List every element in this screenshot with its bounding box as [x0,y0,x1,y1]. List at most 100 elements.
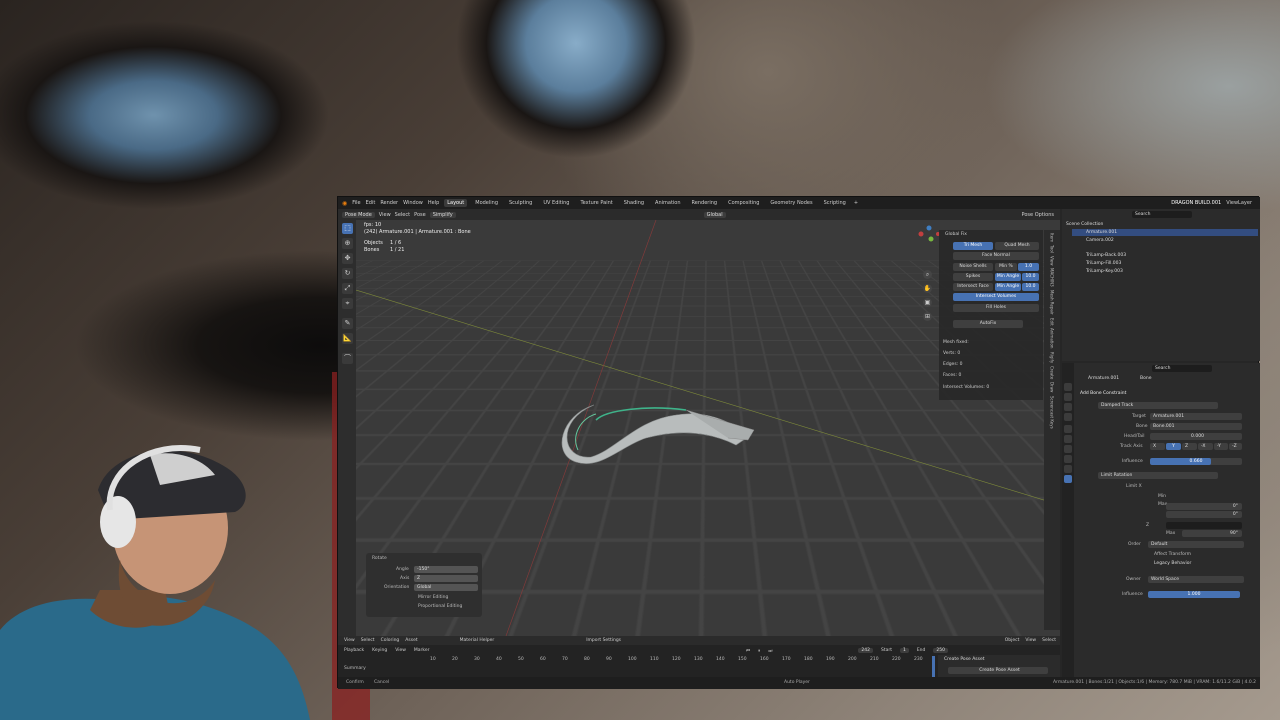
select2-menu-tl[interactable]: Select [361,638,375,643]
tab-scripting[interactable]: Scripting [821,199,849,207]
properties-search[interactable]: Search [1152,365,1212,372]
scene-props-icon[interactable] [1064,413,1072,421]
camera-view-icon[interactable]: ▣ [923,298,932,307]
transform-orientation-dropdown[interactable]: Global [703,211,726,218]
quad-mesh-button[interactable]: Quad Mesh [995,242,1039,250]
bone-tool-icon[interactable]: ⌒ [342,353,353,364]
menu-file[interactable]: File [352,200,360,206]
tab-animation[interactable]: Animation [652,199,684,207]
order-dropdown[interactable]: Default [1148,541,1244,548]
intersect-face-button[interactable]: Intersect Face [953,283,993,291]
zoom-icon[interactable]: ⌕ [923,270,932,279]
track-axis-negy[interactable]: -Y [1214,443,1228,450]
intersect-volumes-button[interactable]: Intersect Volumes [953,293,1039,301]
add-bone-constraint-button[interactable]: Add Bone Constraint [1080,391,1126,396]
track-axis-negx[interactable]: -X [1198,443,1213,450]
min-field[interactable]: 0° [1166,503,1242,510]
object-props-icon[interactable] [1064,425,1072,433]
tab-uv-editing[interactable]: UV Editing [540,199,572,207]
sidebar-tab-animation[interactable]: Animation [1050,328,1055,348]
z-min-field-editing[interactable] [1166,522,1242,529]
influence2-slider[interactable]: 1.000 [1148,591,1240,598]
sidebar-tab-draw[interactable]: Draw [1050,382,1055,392]
affect-transform-checkbox[interactable]: Affect Transform [1154,552,1191,557]
max-field[interactable]: 0° [1166,511,1242,518]
orientation-dropdown[interactable]: Global [414,584,478,591]
keying-menu[interactable]: Keying [372,648,387,653]
sidebar-tab-mesh-repair[interactable]: Mesh Repair [1050,290,1055,315]
select-menu[interactable]: Select [395,212,410,218]
jump-start-icon[interactable]: ⏮ [746,648,750,654]
data-props-icon[interactable] [1064,445,1072,453]
create-pose-asset-button[interactable]: Create Pose Asset [948,667,1048,674]
outliner-item-trilamp-back[interactable]: TriLamp-Back.003 [1072,252,1258,259]
frame-ruler[interactable]: 10 20 30 40 50 60 70 80 90 100 110 120 130 140 150 160 1… [430,657,950,665]
grid-view-icon[interactable]: ⊞ [923,312,932,321]
outliner-item-trilamp-key[interactable]: TriLamp-Key.003 [1072,268,1258,275]
sidebar-tab-view[interactable]: View [1050,256,1055,266]
tab-layout[interactable]: Layout [444,199,468,207]
track-axis-x[interactable]: X [1150,443,1165,450]
influence-slider[interactable]: 0.660 [1150,458,1242,465]
angle-field[interactable]: -150° [414,566,478,573]
proportional-editing-checkbox[interactable]: Proportional Editing [418,604,462,609]
cursor-icon[interactable]: ⊕ [342,238,353,249]
sidebar-tab-tool[interactable]: Tool [1050,245,1055,253]
tab-modeling[interactable]: Modeling [472,199,501,207]
menu-window[interactable]: Window [403,200,423,206]
outliner-item-trilamp-fill[interactable]: TriLamp-Fill.003 [1072,260,1258,267]
scene-collection[interactable]: Scene Collection [1066,221,1252,228]
pose-options-menu[interactable]: Pose Options [1022,212,1054,218]
start-frame-field[interactable]: 1 [899,648,909,653]
menu-render[interactable]: Render [380,200,398,206]
play-icon[interactable]: ⏸ [758,648,760,654]
dragon-model[interactable] [561,404,755,464]
end-frame-field[interactable]: 250 [933,648,948,653]
measure-icon[interactable]: 📐 [342,333,353,344]
mode-dropdown[interactable]: Pose Mode [342,211,375,218]
track-axis-y[interactable]: Y [1166,443,1181,450]
sidebar-tab-create[interactable]: Create [1050,366,1055,379]
outliner-item-armature[interactable]: Armature.001 [1072,229,1258,236]
tab-shading[interactable]: Shading [621,199,647,207]
fill-holes-button[interactable]: Fill Holes [953,304,1039,312]
coloring-menu[interactable]: Coloring [381,638,400,643]
autofix-button[interactable]: AutoFix [953,320,1023,328]
simplify-button[interactable]: Simplify [429,211,456,218]
tab-texture-paint[interactable]: Texture Paint [577,199,615,207]
sidebar-tab-item[interactable]: Item [1050,233,1055,242]
owner-dropdown[interactable]: World Space [1148,576,1244,583]
tab-rendering[interactable]: Rendering [689,199,721,207]
pan-hand-icon[interactable]: ✋ [923,284,932,293]
output-props-icon[interactable] [1064,403,1072,411]
object-dropdown[interactable]: Object [1005,638,1020,643]
move-icon[interactable]: ✥ [342,253,353,264]
view-menu[interactable]: View [379,212,391,218]
track-axis-z[interactable]: Z [1182,443,1197,450]
outliner-item-camera[interactable]: Camera.002 [1072,237,1258,244]
min-angle2-field[interactable]: 10.0 [1022,283,1039,291]
sidebar-tab-edit[interactable]: Edit [1050,318,1055,326]
min-pct-field[interactable]: 1.0 [1018,263,1039,271]
menu-help[interactable]: Help [428,200,439,206]
import-settings-dropdown[interactable]: Import Settings [586,638,621,643]
physics-props-icon[interactable] [1064,465,1072,473]
legacy-behavior-checkbox[interactable]: Legacy Behavior [1154,561,1191,566]
jump-end-icon[interactable]: ⏭ [768,648,772,654]
mirror-editing-checkbox[interactable]: Mirror Editing [418,595,448,600]
sidebar-tab-machin3[interactable]: MACHIN3 [1050,268,1055,287]
bone-constraint-props-icon[interactable] [1064,475,1072,483]
bone-props-icon[interactable] [1064,435,1072,443]
axis-dropdown[interactable]: Z [414,575,478,582]
view-menu-right[interactable]: View [1025,638,1036,643]
blender-logo-icon[interactable]: ◉ [342,200,347,207]
tri-mesh-button[interactable]: Tri Mesh [953,242,993,250]
view-layer-label[interactable]: ViewLayer [1226,200,1252,206]
rotate-title[interactable]: Rotate [372,556,387,561]
rotate-icon[interactable]: ↻ [342,268,353,279]
tab-geometry-nodes[interactable]: Geometry Nodes [767,199,815,207]
face-normal-button[interactable]: Face Normal [953,252,1039,260]
modifier-props-icon[interactable] [1064,455,1072,463]
sidebar-tab-rigify[interactable]: Rigify [1050,352,1055,363]
tab-sculpting[interactable]: Sculpting [506,199,535,207]
